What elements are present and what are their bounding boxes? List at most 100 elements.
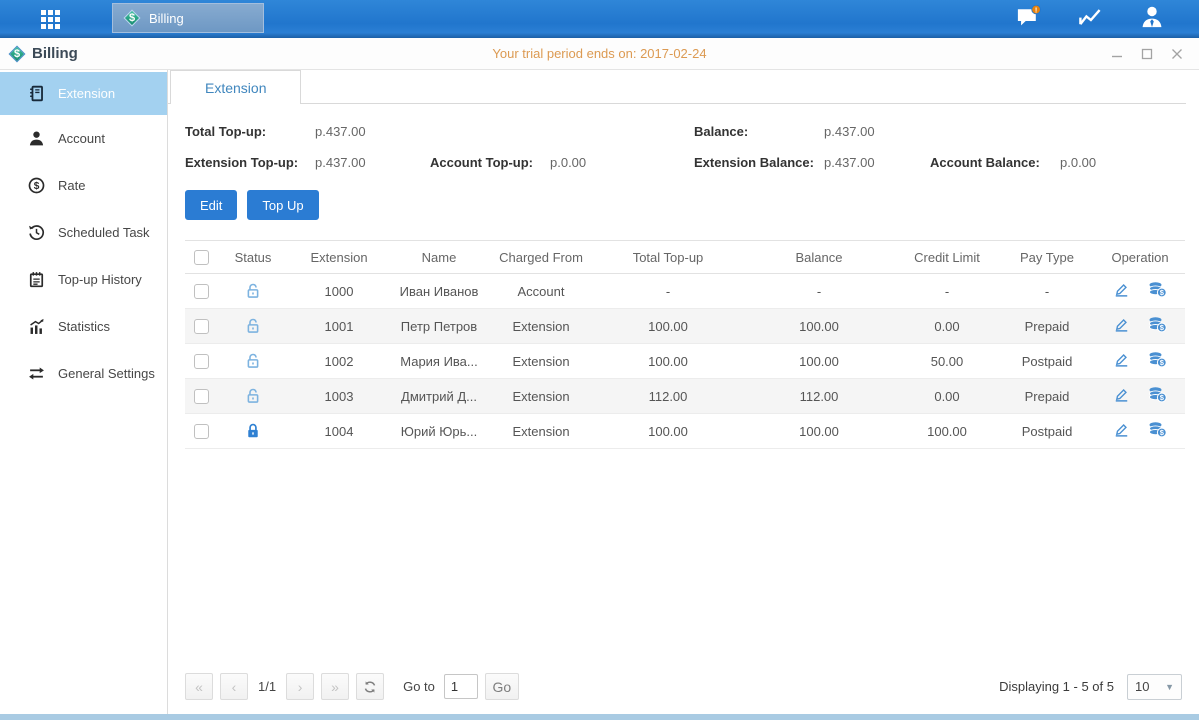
cell-extension: 1004 — [289, 414, 389, 449]
last-page-button[interactable]: » — [321, 673, 349, 700]
cell-extension: 1003 — [289, 379, 389, 414]
col-credit-limit: Credit Limit — [895, 241, 999, 274]
clock-history-icon — [28, 224, 46, 242]
notepad-icon — [28, 271, 46, 289]
sidebar: Extension Account $ Rate Scheduled Task Top-u… — [0, 70, 168, 714]
balance-field: Balance:p.437.00 — [694, 124, 930, 139]
tabstrip: Extension — [168, 70, 1186, 104]
app-launcher-button[interactable] — [14, 0, 86, 38]
refresh-icon — [363, 680, 377, 694]
cell-name: Юрий Юрь... — [389, 414, 489, 449]
table-row: 1003Дмитрий Д...Extension112.00112.000.0… — [185, 379, 1185, 414]
page-indicator: 1/1 — [258, 679, 276, 694]
col-pay-type: Pay Type — [999, 241, 1095, 274]
user-account-button[interactable] — [1135, 2, 1169, 32]
extension-table: Status Extension Name Charged From Total… — [185, 240, 1185, 449]
edit-extension-icon[interactable] — [1113, 386, 1130, 406]
trial-notice: Your trial period ends on: 2017-02-24 — [0, 46, 1199, 61]
col-charged-from: Charged From — [489, 241, 593, 274]
cell-name: Иван Иванов — [389, 274, 489, 309]
dollar-circle-icon: $ — [28, 177, 46, 195]
close-button[interactable] — [1169, 46, 1185, 62]
edit-extension-icon[interactable] — [1113, 421, 1130, 441]
cell-credit-limit: 50.00 — [895, 344, 999, 379]
goto-page-input[interactable] — [444, 674, 478, 699]
lock-closed-icon — [244, 422, 262, 437]
line-chart-icon — [1077, 5, 1103, 29]
go-button[interactable]: Go — [485, 673, 519, 700]
row-checkbox[interactable] — [194, 319, 209, 334]
content-spacer — [185, 449, 1185, 673]
sidebar-item-rate[interactable]: $ Rate — [0, 162, 167, 209]
transfer-arrows-icon — [28, 365, 46, 383]
tab-extension[interactable]: Extension — [170, 70, 301, 104]
page-size-dropdown[interactable]: 10 ▼ — [1127, 674, 1182, 700]
cell-pay-type: Prepaid — [999, 309, 1095, 344]
sidebar-item-extension[interactable]: Extension — [0, 72, 167, 115]
row-checkbox[interactable] — [194, 354, 209, 369]
chevron-down-icon: ▼ — [1165, 682, 1174, 692]
topup-extension-icon[interactable]: $ — [1148, 386, 1167, 406]
main-content: Extension Total Top-up:p.437.00 Balance:… — [168, 70, 1199, 714]
sidebar-item-account[interactable]: Account — [0, 115, 167, 162]
cell-charged-from: Extension — [489, 379, 593, 414]
window-titlebar: $ Billing Your trial period ends on: 201… — [0, 38, 1199, 70]
col-status: Status — [217, 241, 289, 274]
extension-table-body: 1000Иван ИвановAccount----$1001Петр Петр… — [185, 274, 1185, 449]
message-bubble-icon: ! — [1015, 5, 1041, 29]
refresh-button[interactable] — [356, 673, 384, 700]
topbar-right-icons: ! — [1011, 0, 1169, 33]
row-checkbox[interactable] — [194, 389, 209, 404]
extension-panel: Total Top-up:p.437.00 Balance:p.437.00 E… — [168, 104, 1199, 714]
row-checkbox[interactable] — [194, 284, 209, 299]
edit-extension-icon[interactable] — [1113, 281, 1130, 301]
table-row: 1000Иван ИвановAccount----$ — [185, 274, 1185, 309]
sidebar-item-scheduled-task[interactable]: Scheduled Task — [0, 209, 167, 256]
notifications-button[interactable]: ! — [1011, 2, 1045, 32]
sidebar-item-label: General Settings — [58, 366, 155, 381]
table-row: 1002Мария Ива...Extension100.00100.0050.… — [185, 344, 1185, 379]
topup-extension-icon[interactable]: $ — [1148, 351, 1167, 371]
col-balance: Balance — [743, 241, 895, 274]
cell-balance: 112.00 — [743, 379, 895, 414]
sidebar-item-top-up-history[interactable]: Top-up History — [0, 256, 167, 303]
edit-extension-icon[interactable] — [1113, 351, 1130, 371]
sidebar-item-general-settings[interactable]: General Settings — [0, 350, 167, 397]
topup-extension-icon[interactable]: $ — [1148, 281, 1167, 301]
top-up-button[interactable]: Top Up — [247, 190, 318, 220]
svg-text:$: $ — [34, 181, 40, 192]
app-grid-icon — [41, 10, 60, 29]
billing-window: $ Billing ! — [0, 0, 1199, 720]
row-checkbox[interactable] — [194, 424, 209, 439]
sidebar-item-label: Account — [58, 131, 105, 146]
cell-pay-type: Postpaid — [999, 414, 1095, 449]
action-buttons: Edit Top Up — [185, 190, 1185, 220]
cell-total-topup: 100.00 — [593, 309, 743, 344]
resource-monitor-button[interactable] — [1073, 2, 1107, 32]
sidebar-item-statistics[interactable]: Statistics — [0, 303, 167, 350]
cell-extension: 1002 — [289, 344, 389, 379]
topbar-tab-billing[interactable]: $ Billing — [112, 3, 264, 33]
first-page-button[interactable]: « — [185, 673, 213, 700]
minimize-button[interactable] — [1109, 46, 1125, 62]
cell-total-topup: 100.00 — [593, 414, 743, 449]
lock-open-icon — [244, 352, 262, 367]
account-balance-field: Account Balance:p.0.00 — [930, 155, 1185, 170]
extension-balance-field: Extension Balance:p.437.00 — [694, 155, 930, 170]
prev-page-button[interactable]: ‹ — [220, 673, 248, 700]
next-page-button[interactable]: › — [286, 673, 314, 700]
pagination-bar: « ‹ 1/1 › » Go to Go — [185, 673, 1185, 706]
topup-extension-icon[interactable]: $ — [1148, 421, 1167, 441]
topup-extension-icon[interactable]: $ — [1148, 316, 1167, 336]
edit-button[interactable]: Edit — [185, 190, 237, 220]
sidebar-item-label: Rate — [58, 178, 85, 193]
select-all-checkbox[interactable] — [194, 250, 209, 265]
sidebar-item-label: Top-up History — [58, 272, 142, 287]
maximize-button[interactable] — [1139, 46, 1155, 62]
cell-balance: 100.00 — [743, 309, 895, 344]
top-navigation-bar: $ Billing ! — [0, 0, 1199, 38]
lock-open-icon — [244, 317, 262, 332]
edit-extension-icon[interactable] — [1113, 316, 1130, 336]
lock-open-icon — [244, 387, 262, 402]
cell-pay-type: Postpaid — [999, 344, 1095, 379]
